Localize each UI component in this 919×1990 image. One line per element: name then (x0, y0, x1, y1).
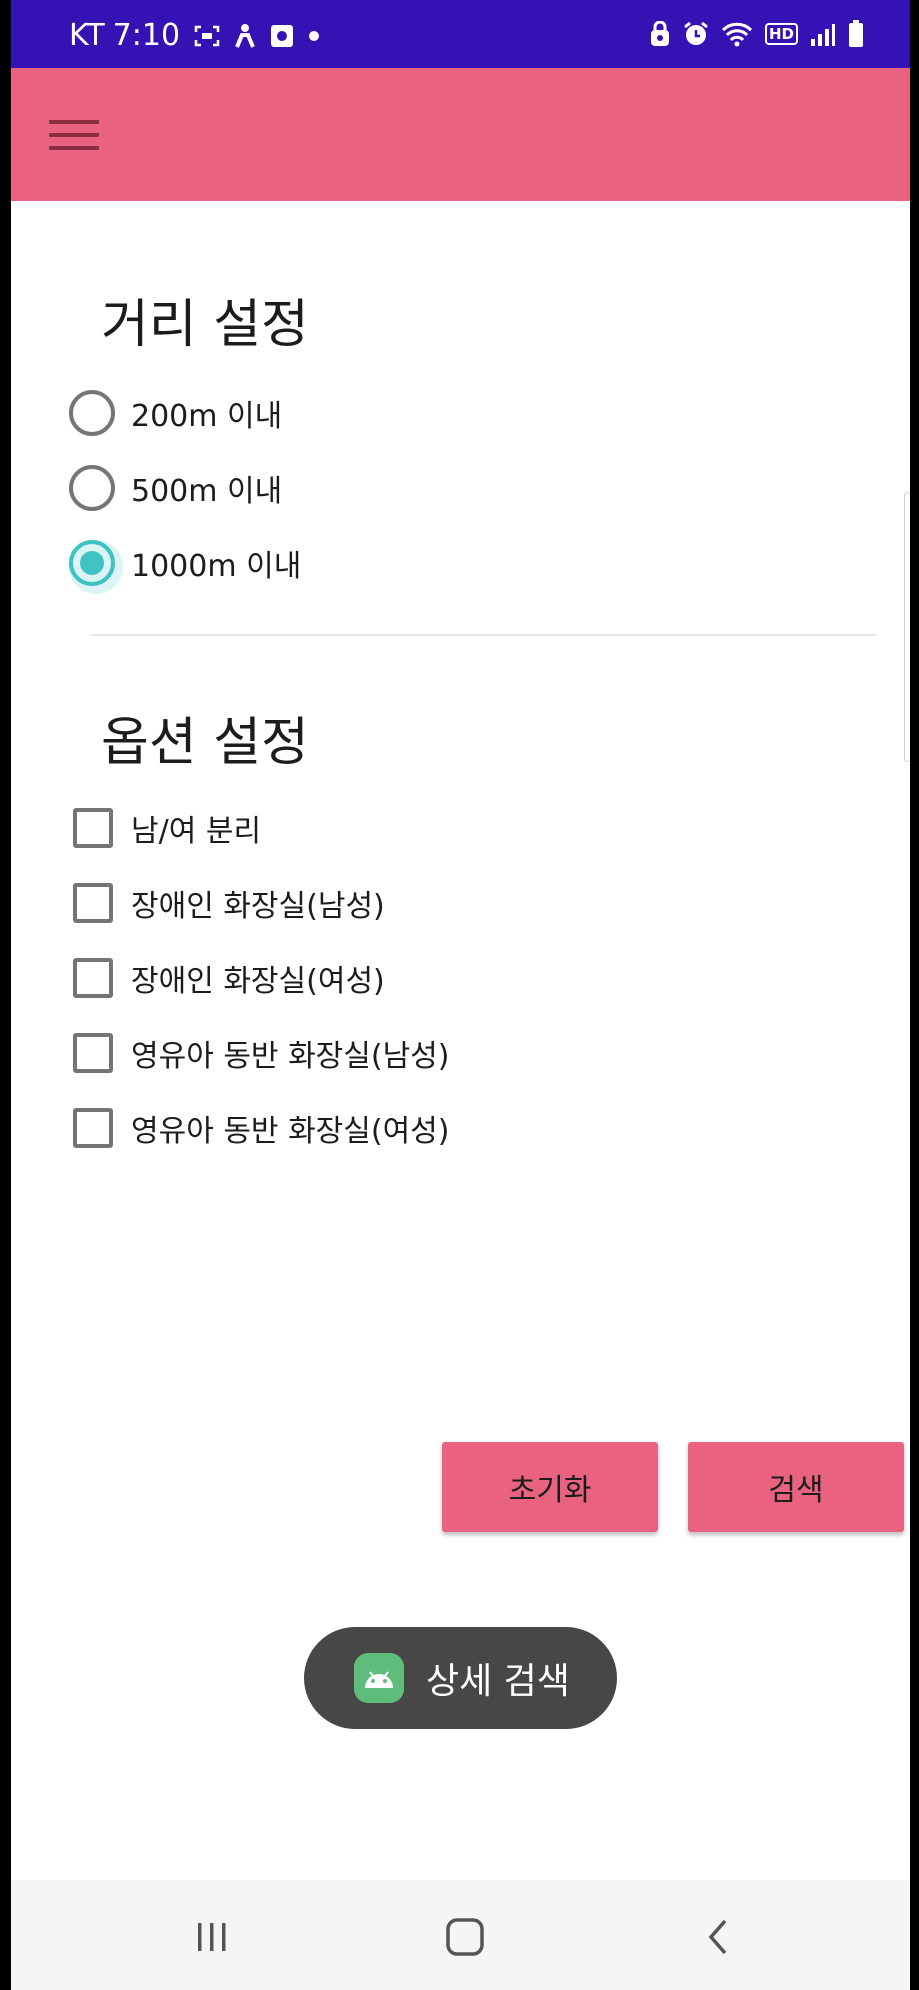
media-icon (270, 22, 294, 50)
signal-icon (810, 20, 836, 48)
checkbox[interactable] (73, 1108, 113, 1148)
radio-option-1000m[interactable]: 1000m 이내 (69, 538, 302, 594)
radio-button-selected[interactable] (69, 540, 123, 594)
checkbox-option-infant-female[interactable]: 영유아 동반 화장실(여성) (73, 1103, 449, 1153)
checkbox-option-disabled-male[interactable]: 장애인 화장실(남성) (73, 878, 385, 928)
checkbox[interactable] (73, 958, 113, 998)
status-bar: KT 7:10 HD (11, 0, 910, 68)
android-icon (354, 1653, 404, 1703)
toast-message: 상세 검색 (304, 1627, 617, 1729)
toast-text: 상세 검색 (426, 1661, 570, 1702)
hd-icon: HD (764, 23, 798, 45)
checkbox-label: 장애인 화장실(여성) (131, 964, 385, 999)
checkbox-label: 남/여 분리 (131, 814, 262, 849)
checkbox-option-gender-separated[interactable]: 남/여 분리 (73, 803, 261, 853)
checkbox-label: 장애인 화장실(남성) (131, 889, 385, 924)
checkbox-label: 영유아 동반 화장실(여성) (131, 1114, 450, 1149)
accessibility-icon (234, 22, 256, 50)
radio-label: 500m 이내 (131, 474, 283, 509)
back-icon[interactable] (688, 1912, 748, 1962)
checkbox-option-infant-male[interactable]: 영유아 동반 화장실(남성) (73, 1028, 449, 1078)
search-button[interactable]: 검색 (688, 1442, 904, 1532)
radio-label: 1000m 이내 (131, 549, 302, 584)
radio-option-500m[interactable]: 500m 이내 (69, 463, 282, 513)
option-section-title: 옵션 설정 (101, 713, 309, 773)
checkbox[interactable] (73, 883, 113, 923)
carrier-label: KT (69, 18, 105, 53)
hamburger-menu-icon[interactable] (49, 120, 99, 150)
app-bar (11, 68, 910, 201)
recents-icon[interactable] (182, 1912, 242, 1962)
dot-icon (308, 22, 320, 50)
reset-button[interactable]: 초기화 (442, 1442, 658, 1532)
radio-button[interactable] (69, 465, 115, 511)
checkbox[interactable] (73, 808, 113, 848)
status-right: HD (649, 20, 864, 48)
checkbox-label: 영유아 동반 화장실(남성) (131, 1039, 450, 1074)
navigation-bar (11, 1880, 910, 1990)
alarm-icon (683, 20, 709, 48)
section-divider (91, 634, 876, 636)
distance-section-title: 거리 설정 (101, 295, 309, 355)
wifi-icon (721, 20, 753, 48)
radio-button[interactable] (69, 390, 115, 436)
checkbox-option-disabled-female[interactable]: 장애인 화장실(여성) (73, 953, 385, 1003)
status-left: KT 7:10 (69, 18, 320, 53)
clock: 7:10 (112, 18, 181, 53)
home-icon[interactable] (435, 1912, 495, 1962)
radio-option-200m[interactable]: 200m 이내 (69, 388, 282, 438)
battery-icon (848, 20, 864, 48)
checkbox[interactable] (73, 1033, 113, 1073)
radio-label: 200m 이내 (131, 399, 283, 434)
app-screen: KT 7:10 HD 거리 설정 200m 이내 500m 이내 1000m 이… (11, 0, 910, 1990)
screenshot-icon (194, 22, 220, 50)
edge-panel-handle[interactable] (904, 492, 910, 762)
lock-icon (649, 20, 671, 48)
